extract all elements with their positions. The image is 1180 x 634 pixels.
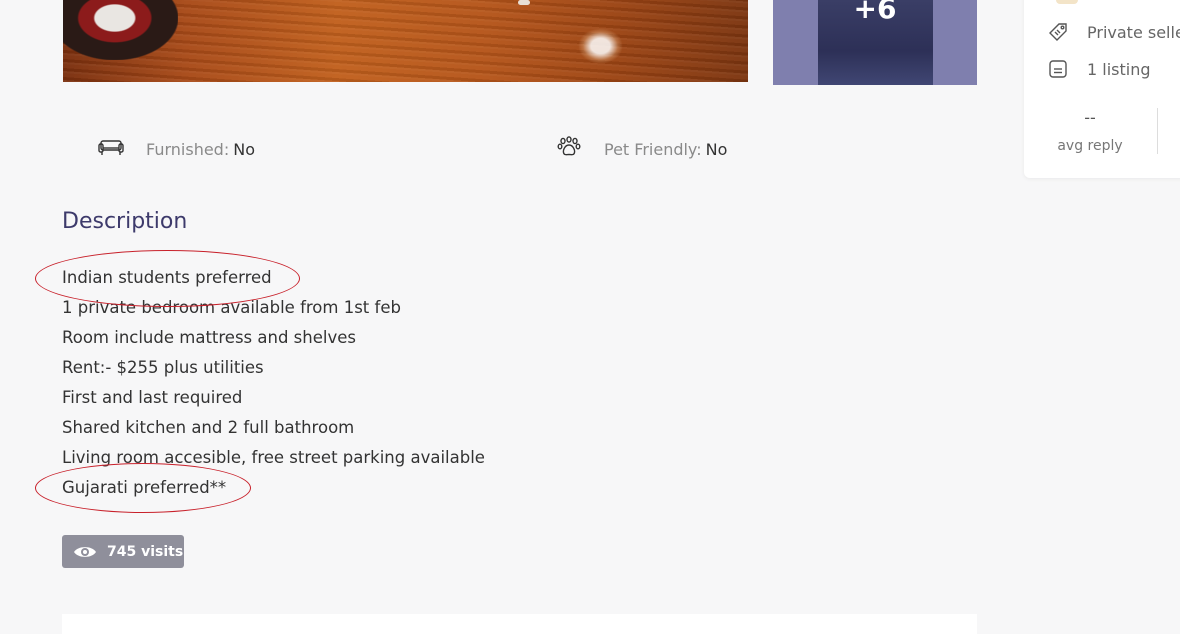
avg-reply-label: avg reply <box>1057 138 1123 154</box>
more-photos-thumbnail[interactable]: +6 <box>773 0 977 85</box>
pet-friendly-label: Pet Friendly: <box>604 139 702 159</box>
seller-listings[interactable]: 1 listing <box>1047 57 1151 81</box>
visits-count: 745 visits <box>107 543 184 560</box>
stat-divider <box>1157 108 1158 154</box>
tag-icon <box>1049 23 1067 41</box>
description-text: Indian students preferred 1 private bedr… <box>62 263 485 503</box>
furnished-feature: Furnished: No <box>98 136 255 162</box>
description-line: 1 private bedroom available from 1st feb <box>62 298 401 317</box>
description-line: Room include mattress and shelves <box>62 328 356 347</box>
next-section-card <box>62 614 977 634</box>
description-line: Rent:- $255 plus utilities <box>62 358 264 377</box>
description-line: Living room accesible, free street parki… <box>62 448 485 467</box>
description-line: Indian students preferred <box>62 268 272 287</box>
description-line: Gujarati preferred** <box>62 478 227 497</box>
more-photos-count: +6 <box>853 0 897 25</box>
seller-listings-label: 1 listing <box>1087 59 1151 79</box>
description-title: Description <box>62 209 188 234</box>
pet-friendly-feature: Pet Friendly: No <box>556 136 727 162</box>
photo-shoes <box>63 0 178 60</box>
pet-friendly-value: No <box>705 139 728 159</box>
seller-type: Private seller <box>1047 20 1180 44</box>
main-listing-photo[interactable] <box>63 0 748 82</box>
eye-icon <box>74 546 96 557</box>
paw-icon <box>556 136 582 162</box>
sofa-icon <box>98 136 124 162</box>
description-line: Shared kitchen and 2 full bathroom <box>62 418 355 437</box>
photo-glare <box>578 28 623 64</box>
description-line: First and last required <box>62 388 243 407</box>
seller-type-label: Private seller <box>1087 22 1180 42</box>
furnished-label: Furnished: <box>146 139 230 159</box>
visits-badge: 745 visits <box>62 535 184 568</box>
furnished-value: No <box>233 139 255 159</box>
avg-reply-value: -- <box>1084 108 1096 127</box>
listing-icon <box>1049 60 1067 78</box>
seller-avatar <box>1056 0 1078 4</box>
photo-highlight <box>518 0 530 5</box>
